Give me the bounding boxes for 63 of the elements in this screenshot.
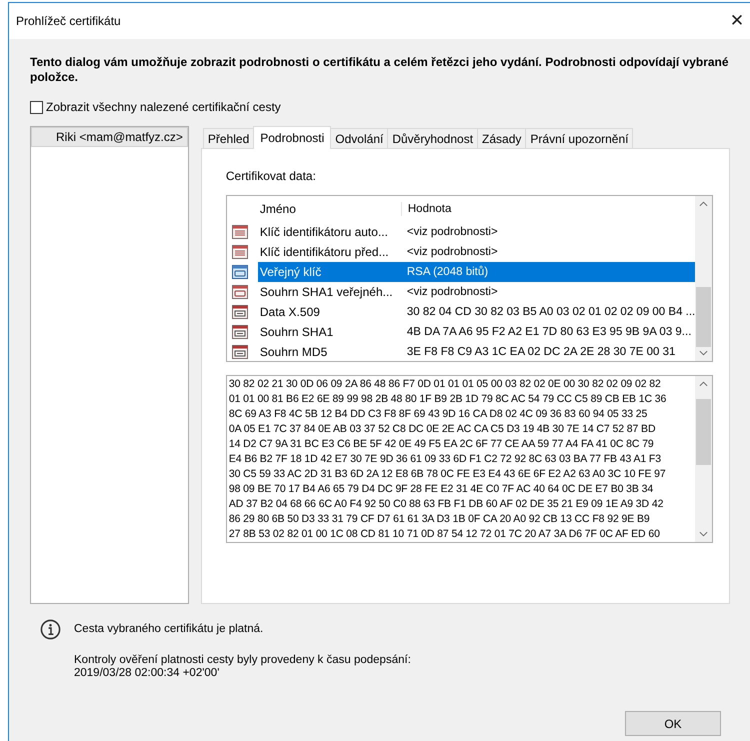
list-row[interactable]: Data X.509 30 82 04 CD 30 82 03 B5 A0 03 02 01 02 02 09 00 B4 ...	[226, 302, 696, 322]
certificate-icon	[232, 265, 248, 279]
hex-line: 27 8B 53 02 82 01 00 1C 08 CD 81 10 71 0D 87 54 12 72 01 7C 20 A7 3A D6 7F 0C AF ED 60	[228, 527, 661, 542]
row-name: Klíč identifikátoru auto...	[258, 225, 389, 239]
row-name: Veřejný klíč	[258, 262, 401, 282]
status-note: Kontroly ověření platnosti cesty byly provedeny k času podepsání:	[74, 654, 411, 667]
column-header[interactable]: Hodnota	[402, 203, 696, 215]
scroll-up-icon[interactable]	[699, 201, 708, 207]
list-row[interactable]: Souhrn SHA1 veřejnéh... <viz podrobnosti>	[226, 282, 696, 302]
hex-line: AD 37 B2 04 68 66 6C A0 F4 92 50 C0 88 63 FB F1 DB 60 AF 02 DE 35 21 E9 09 1E A9 3D 42	[228, 497, 664, 512]
hex-line: 30 82 02 21 30 0D 06 09 2A 86 48 86 F7 0D 01 01 01 05 00 03 82 02 0E 00 30 82 02 09 02 82	[228, 377, 662, 392]
scroll-down-icon[interactable]	[699, 531, 708, 537]
timestamp: 2019/03/28 02:00:34 +02'00'	[74, 667, 220, 680]
hex-line: 14 D2 C7 9A 31 BC E3 C6 BE 5F 42 0E 49 F5 EA 2C 6F 77 CE AA 59 77 A4 FA 41 0C 8C 79	[228, 437, 655, 452]
scrollbar[interactable]	[695, 376, 712, 542]
certificate-icon	[232, 345, 248, 359]
row-value: <viz podrobnosti>	[406, 226, 499, 238]
row-value: 3E F8 F8 C9 A3 1C EA 02 DC 2A 2E 28 30 7E 00 31	[406, 346, 676, 358]
hex-line: E4 B6 B2 7F 18 1D 42 E7 30 7E 9D 36 61 09 33 6D F1 C2 72 92 8C 63 03 BA 77 FB 43 A1 F3	[228, 452, 662, 467]
row-value: <viz podrobnosti>	[406, 286, 499, 298]
window-title: Prohlížeč certifikátu	[16, 14, 121, 28]
row-value: RSA (2048 bitů)	[400, 262, 696, 282]
list-row[interactable]: Klíč identifikátoru auto... <viz podrobnosti>	[226, 222, 696, 242]
list-row[interactable]: Souhrn MD5 3E F8 F8 C9 A3 1C EA 02 DC 2A 2E 28 30 7E 00 31	[226, 342, 696, 362]
hex-line: 30 C5 59 33 AC 2D 31 B3 6D 2A 12 E8 6B 78 0C FE E3 E4 43 6E 6F E2 A2 63 A0 3C 10 FE 97	[228, 467, 667, 482]
row-name: Souhrn MD5	[258, 345, 328, 359]
hex-line: 0A 05 E1 7C 37 84 0E AB 03 37 52 C8 DC 0E 2E AC CA C5 D3 19 4B 30 7E 14 C7 52 87 BD	[228, 422, 656, 437]
hex-line: 01 01 00 81 B6 E2 6E 89 99 98 2B 48 80 1F B9 2B 1D 79 8C AC 54 79 CC C5 89 CB EB 1C 36	[228, 392, 668, 407]
certificate-icon	[232, 305, 248, 319]
status-message: Cesta vybraného certifikátu je platná.	[74, 623, 264, 636]
value-text-area[interactable]	[226, 375, 714, 543]
row-name: Klíč identifikátoru před...	[258, 245, 390, 259]
checkbox[interactable]	[30, 100, 43, 114]
tab[interactable]: Přehled	[202, 128, 254, 149]
scroll-down-icon[interactable]	[699, 350, 708, 356]
row-value: <viz podrobnosti>	[406, 246, 499, 258]
tab[interactable]: Právní upozornění	[525, 128, 634, 149]
close-button[interactable]: ✕	[723, 6, 750, 36]
scroll-up-icon[interactable]	[699, 381, 708, 387]
hex-line: 8C 69 A3 F8 4C 5B 12 B4 DD C3 F8 8F 69 43 9D 16 CA D8 02 4C 09 36 83 60 94 05 33 25	[228, 407, 648, 422]
list-row[interactable]: Klíč identifikátoru před... <viz podrobnosti>	[226, 242, 696, 262]
chain-item[interactable]: Riki <mam@matfyz.cz>	[31, 127, 188, 147]
info-icon	[40, 619, 61, 640]
row-name: Data X.509	[258, 305, 321, 319]
certificate-icon	[232, 245, 248, 259]
list-row[interactable]: Souhrn SHA1 4B DA 7A A6 95 F2 A2 E1 7D 80 63 E3 95 9B 9A 03 9...	[226, 322, 696, 342]
hex-line: 98 09 BE 70 17 B4 A6 65 79 D4 DC 9F 28 FE E2 31 4E C0 7F AC 40 64 0C DE E7 B0 3B 34	[228, 482, 654, 497]
tab[interactable]: Podrobnosti	[253, 126, 332, 149]
hex-line: 86 29 80 6B 50 D3 33 31 79 CF D7 61 61 3A D3 1B 0F CA 20 A0 92 CB 13 CC F8 92 9E B9	[228, 512, 651, 527]
details-label: Certifikovat data:	[226, 169, 317, 183]
checkbox-label: Zobrazit všechny nalezené certifikační cesty	[46, 100, 281, 114]
row-name: Souhrn SHA1 veřejnéh...	[258, 285, 394, 299]
row-value: 30 82 04 CD 30 82 03 B5 A0 03 02 01 02 02 09 00 B4 ...	[406, 306, 696, 318]
certificate-icon	[232, 325, 248, 339]
certificate-icon	[232, 285, 248, 299]
certificate-icon	[232, 225, 248, 239]
list-row[interactable]: Veřejný klíč RSA (2048 bitů)	[226, 262, 696, 282]
ok-button[interactable]: OK	[625, 711, 721, 736]
row-name: Souhrn SHA1	[258, 325, 334, 339]
scrollbar[interactable]	[695, 196, 712, 361]
column-header[interactable]: Jméno	[258, 202, 402, 216]
intro-text: Tento dialog vám umožňuje zobrazit podrobnosti o certifikátu a celém řetězci jeho vydání. Podrobnosti odpovídají vybrané položce.	[30, 55, 729, 85]
row-value: 4B DA 7A A6 95 F2 A2 E1 7D 80 63 E3 95 9B 9A 03 9...	[406, 326, 692, 338]
